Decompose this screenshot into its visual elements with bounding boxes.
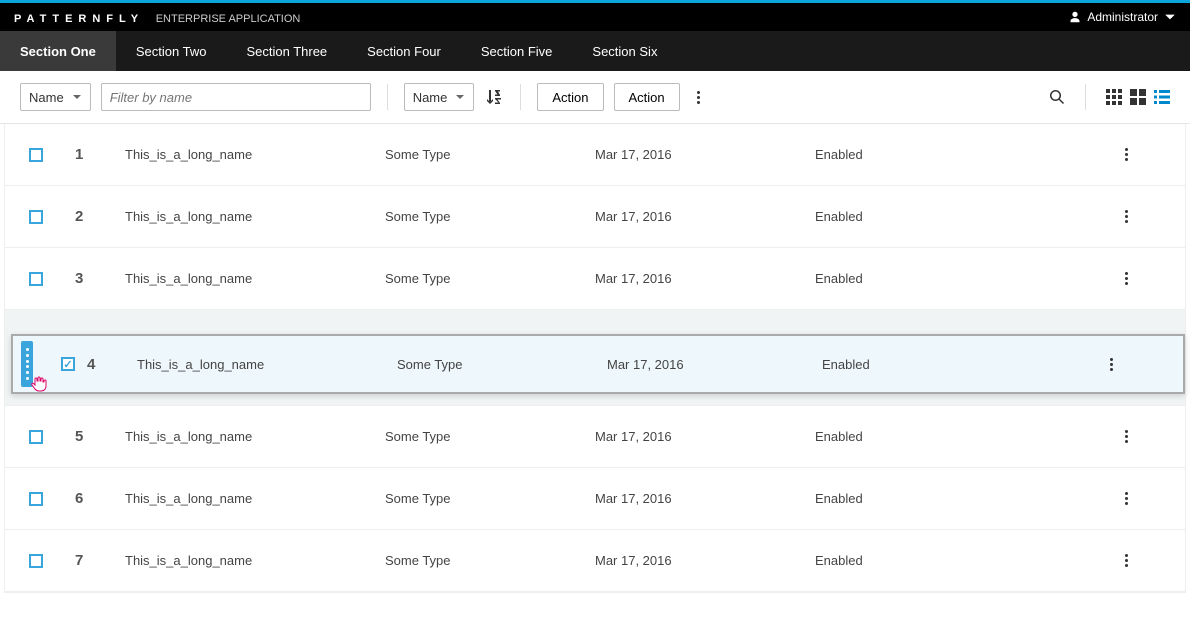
brand-sub: ENTERPRISE APPLICATION	[156, 13, 301, 25]
row-name: This_is_a_long_name	[125, 209, 385, 224]
row-kebab[interactable]	[1117, 266, 1135, 291]
list-row[interactable]: 6 This_is_a_long_name Some Type Mar 17, …	[5, 468, 1185, 530]
user-icon	[1069, 11, 1081, 23]
view-list-button[interactable]	[1154, 89, 1170, 105]
nav-section-four[interactable]: Section Four	[347, 31, 461, 71]
row-number: 6	[75, 490, 125, 507]
row-type: Some Type	[385, 209, 595, 224]
nav-section-two[interactable]: Section Two	[116, 31, 227, 71]
chevron-down-icon	[72, 92, 82, 102]
drag-drop-zone: 4 This_is_a_long_name Some Type Mar 17, …	[5, 310, 1185, 406]
row-name: This_is_a_long_name	[137, 357, 397, 372]
row-type: Some Type	[385, 429, 595, 444]
brand: PATTERNFLY ENTERPRISE APPLICATION	[14, 10, 300, 25]
row-checkbox[interactable]	[29, 492, 43, 506]
row-date: Mar 17, 2016	[595, 491, 815, 506]
cards-icon	[1130, 89, 1146, 105]
row-name: This_is_a_long_name	[125, 553, 385, 568]
nav-section-one[interactable]: Section One	[0, 31, 116, 71]
row-date: Mar 17, 2016	[607, 357, 822, 372]
row-status: Enabled	[822, 357, 1072, 372]
search-icon	[1049, 89, 1065, 105]
row-type: Some Type	[385, 147, 595, 162]
row-name: This_is_a_long_name	[125, 271, 385, 286]
row-name: This_is_a_long_name	[125, 429, 385, 444]
view-cards-button[interactable]	[1130, 89, 1146, 105]
row-checkbox[interactable]	[29, 148, 43, 162]
action-button-1[interactable]: Action	[537, 83, 603, 111]
grab-cursor-icon	[29, 373, 49, 393]
row-name: This_is_a_long_name	[125, 147, 385, 162]
list-row[interactable]: 7 This_is_a_long_name Some Type Mar 17, …	[5, 530, 1185, 592]
row-number: 5	[75, 428, 125, 445]
row-checkbox[interactable]	[29, 210, 43, 224]
row-type: Some Type	[385, 553, 595, 568]
search-button[interactable]	[1049, 89, 1065, 105]
row-status: Enabled	[815, 147, 1075, 162]
row-kebab[interactable]	[1117, 548, 1135, 573]
nav-section-three[interactable]: Section Three	[226, 31, 347, 71]
row-kebab[interactable]	[1102, 352, 1120, 377]
row-kebab[interactable]	[1117, 204, 1135, 229]
chevron-down-icon	[455, 92, 465, 102]
user-name: Administrator	[1087, 10, 1158, 24]
row-date: Mar 17, 2016	[595, 147, 815, 162]
view-tiles-button[interactable]	[1106, 89, 1122, 105]
row-kebab[interactable]	[1117, 486, 1135, 511]
row-status: Enabled	[815, 491, 1075, 506]
sort-field-label: Name	[413, 90, 448, 105]
row-type: Some Type	[385, 271, 595, 286]
row-number: 4	[87, 356, 137, 373]
list-row[interactable]: 1 This_is_a_long_name Some Type Mar 17, …	[5, 124, 1185, 186]
list-row[interactable]: 3 This_is_a_long_name Some Type Mar 17, …	[5, 248, 1185, 310]
header: PATTERNFLY ENTERPRISE APPLICATION Admini…	[0, 3, 1190, 31]
row-number: 3	[75, 270, 125, 287]
list-row-dragging[interactable]: 4 This_is_a_long_name Some Type Mar 17, …	[11, 334, 1185, 394]
list-row[interactable]: 5 This_is_a_long_name Some Type Mar 17, …	[5, 406, 1185, 468]
toolbar: Name Name Action Action	[0, 71, 1190, 124]
row-type: Some Type	[397, 357, 607, 372]
navbar: Section One Section Two Section Three Se…	[0, 31, 1190, 71]
filter-field-label: Name	[29, 90, 64, 105]
sort-alpha-icon	[485, 88, 503, 106]
filter-input[interactable]	[101, 83, 371, 111]
list-icon	[1154, 89, 1170, 105]
user-menu[interactable]: Administrator	[1069, 10, 1176, 24]
list-container: 1 This_is_a_long_name Some Type Mar 17, …	[4, 124, 1186, 593]
sort-field-dropdown[interactable]: Name	[404, 83, 475, 111]
action-button-2[interactable]: Action	[614, 83, 680, 111]
row-date: Mar 17, 2016	[595, 209, 815, 224]
row-checkbox[interactable]	[29, 554, 43, 568]
toolbar-kebab[interactable]	[690, 85, 708, 110]
divider	[1085, 84, 1086, 110]
row-kebab[interactable]	[1117, 424, 1135, 449]
row-status: Enabled	[815, 553, 1075, 568]
divider	[387, 84, 388, 110]
row-date: Mar 17, 2016	[595, 271, 815, 286]
nav-section-five[interactable]: Section Five	[461, 31, 573, 71]
sort-alpha-button[interactable]	[484, 87, 504, 107]
chevron-down-icon	[1164, 11, 1176, 23]
row-status: Enabled	[815, 271, 1075, 286]
brand-name: PATTERNFLY	[14, 13, 144, 25]
row-date: Mar 17, 2016	[595, 553, 815, 568]
row-name: This_is_a_long_name	[125, 491, 385, 506]
divider	[520, 84, 521, 110]
row-checkbox[interactable]	[29, 430, 43, 444]
nav-section-six[interactable]: Section Six	[572, 31, 677, 71]
row-kebab[interactable]	[1117, 142, 1135, 167]
row-checkbox[interactable]	[29, 272, 43, 286]
tiles-icon	[1106, 89, 1122, 105]
row-status: Enabled	[815, 209, 1075, 224]
filter-field-dropdown[interactable]: Name	[20, 83, 91, 111]
row-status: Enabled	[815, 429, 1075, 444]
row-number: 7	[75, 552, 125, 569]
row-type: Some Type	[385, 491, 595, 506]
row-number: 2	[75, 208, 125, 225]
list-row[interactable]: 2 This_is_a_long_name Some Type Mar 17, …	[5, 186, 1185, 248]
row-date: Mar 17, 2016	[595, 429, 815, 444]
row-number: 1	[75, 146, 125, 163]
row-checkbox[interactable]	[61, 357, 75, 371]
